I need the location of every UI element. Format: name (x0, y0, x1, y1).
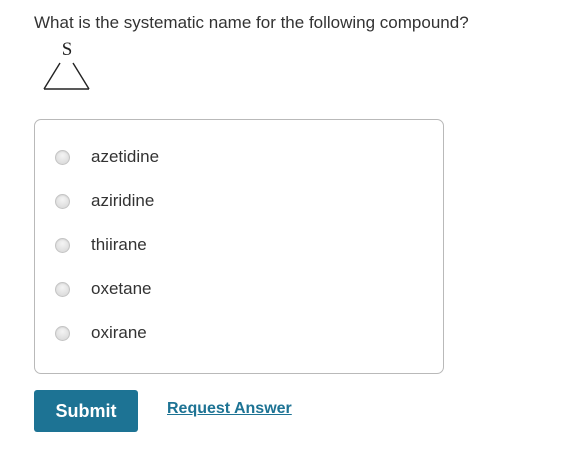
choice-label: thiirane (91, 235, 147, 254)
choice-label: oxirane (91, 323, 147, 342)
radio-button[interactable] (55, 325, 70, 341)
radio-button[interactable] (55, 281, 70, 297)
choice-azetidine[interactable]: azetidine (55, 143, 159, 171)
choice-label: aziridine (91, 191, 155, 210)
choice-label: oxetane (91, 279, 152, 298)
choice-label: azetidine (91, 147, 160, 166)
sulfur-atom-label: S (62, 39, 73, 60)
choice-oxetane[interactable]: oxetane (55, 275, 152, 303)
radio-button[interactable] (55, 149, 70, 165)
choice-thiirane[interactable]: thiirane (55, 231, 147, 259)
radio-button[interactable] (55, 193, 70, 209)
answer-choices: azetidine aziridine thiirane oxetane oxi… (34, 119, 444, 374)
choice-aziridine[interactable]: aziridine (55, 187, 154, 215)
bond-right (72, 62, 90, 90)
thiirane-structure: S (43, 39, 90, 90)
choice-oxirane[interactable]: oxirane (55, 319, 147, 347)
request-answer-link[interactable]: Request Answer (167, 400, 292, 418)
radio-button[interactable] (55, 237, 70, 253)
question-text: What is the systematic name for the foll… (34, 13, 469, 32)
bond-left (43, 62, 61, 90)
submit-button[interactable]: Submit (34, 390, 138, 432)
